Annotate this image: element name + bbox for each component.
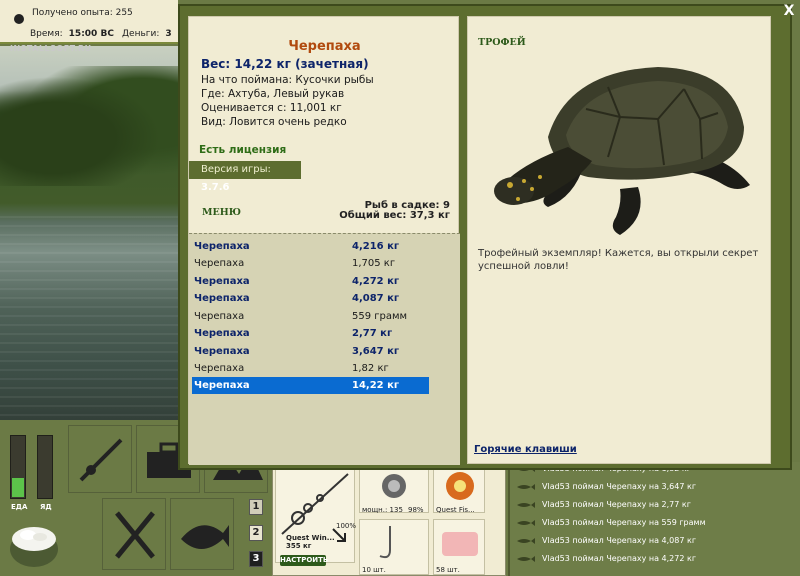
fork-knife-icon bbox=[115, 511, 155, 559]
log-line: Vlad53 поймал Черепаху на 2,77 кг bbox=[516, 500, 691, 509]
fish-icon bbox=[181, 525, 229, 549]
fish-icon bbox=[516, 519, 536, 527]
log-line: Vlad53 поймал Черепаху на 4,272 кг bbox=[516, 554, 696, 563]
list-item[interactable]: Черепаха 4,216 кг bbox=[192, 238, 429, 255]
fishing-location-photo bbox=[0, 46, 178, 420]
turtle-image bbox=[488, 57, 758, 240]
rarity-info: Вид: Ловится очень редко bbox=[201, 116, 347, 128]
evaluation-info: Оценивается с: 11,001 кг bbox=[201, 102, 342, 114]
fish-icon bbox=[516, 483, 536, 491]
hook-cell[interactable]: 10 шт. bbox=[359, 519, 429, 575]
status-bar: Получено опыта: 255 Время: 15:00 ВС Деньг… bbox=[0, 0, 178, 44]
rod-cell[interactable]: Quest Win... 355 кг 100% bbox=[275, 467, 356, 563]
bait-cell[interactable]: 58 шт. bbox=[433, 519, 485, 575]
fish-icon bbox=[516, 501, 536, 509]
rod-icon bbox=[79, 438, 123, 482]
xp-text: Получено опыта: 255 bbox=[32, 8, 133, 18]
rod-slot[interactable] bbox=[68, 425, 132, 493]
watermark: INSTALLSOFT.RU bbox=[10, 44, 92, 53]
tab-3[interactable]: 3 bbox=[249, 551, 263, 567]
log-line: Vlad53 поймал Черепаху на 3,647 кг bbox=[516, 482, 696, 491]
list-item[interactable]: Черепаха 2,77 кг bbox=[192, 325, 429, 342]
hook-count: 10 шт. bbox=[362, 566, 386, 574]
setup-button[interactable]: НАСТРОИТЬ bbox=[280, 555, 328, 566]
line-spool-icon bbox=[446, 472, 474, 500]
bait-pot-icon[interactable] bbox=[6, 515, 62, 571]
bait-count: 58 шт. bbox=[436, 566, 460, 574]
menu-button[interactable]: МЕНЮ bbox=[202, 207, 241, 218]
time-readout: Время: 15:00 ВС bbox=[30, 29, 114, 39]
tab-1[interactable]: 1 bbox=[249, 499, 263, 515]
line-name: Quest Fis... bbox=[436, 506, 475, 514]
tab-2[interactable]: 2 bbox=[249, 525, 263, 541]
close-button[interactable]: X bbox=[780, 2, 798, 20]
poison-gauge bbox=[37, 435, 53, 499]
trophy-label: ТРОФЕЙ bbox=[478, 37, 526, 48]
poison-label: ЯД bbox=[40, 503, 52, 511]
eat-slot[interactable] bbox=[102, 498, 166, 570]
trophy-panel: ТРОФЕЙ Трофейный экземпляр! Кажется, вы … bbox=[467, 16, 771, 464]
list-item[interactable]: Черепаха 4,087 кг bbox=[192, 290, 429, 307]
location-info: Где: Ахтуба, Левый рукав bbox=[201, 88, 345, 100]
log-line: Vlad53 поймал Черепаху на 559 грамм bbox=[516, 518, 706, 527]
fish-piece-icon bbox=[442, 532, 478, 556]
food-label: ЕДА bbox=[11, 503, 28, 511]
fish-info-panel: Черепаха Вес: 14,22 кг (зачетная) На что… bbox=[188, 16, 460, 465]
hook-icon bbox=[379, 526, 391, 559]
fish-icon bbox=[516, 555, 536, 563]
reel-icon bbox=[382, 474, 406, 498]
license-status: Есть лицензия bbox=[199, 144, 287, 156]
rod-name: Quest Win... bbox=[286, 534, 335, 542]
fish-weight: Вес: 14,22 кг (зачетная) bbox=[201, 57, 369, 71]
fish-slot[interactable] bbox=[170, 498, 234, 570]
line-cell[interactable]: Quest Fis... bbox=[433, 467, 485, 514]
reel-power: мощн.: 135 bbox=[362, 506, 403, 514]
catch-list: Черепаха 4,216 кг Черепаха 1,705 кг Черепа… bbox=[189, 233, 460, 465]
rod-length: 355 кг bbox=[286, 542, 312, 550]
money-readout: Деньги: 3 bbox=[122, 29, 172, 39]
list-item[interactable]: Черепаха 1,82 кг bbox=[192, 360, 429, 377]
pin-icon bbox=[14, 14, 24, 24]
list-item[interactable]: Черепаха 4,272 кг bbox=[192, 273, 429, 290]
arrow-icon bbox=[331, 527, 347, 543]
fish-icon bbox=[516, 537, 536, 545]
reel-cell[interactable]: мощн.: 135 98% bbox=[359, 467, 429, 514]
list-item[interactable]: Черепаха 1,705 кг bbox=[192, 255, 429, 272]
food-gauge bbox=[10, 435, 26, 499]
list-item[interactable]: Черепаха 559 грамм bbox=[192, 308, 429, 325]
trophy-message: Трофейный экземпляр! Кажется, вы открыли… bbox=[478, 248, 759, 272]
list-item[interactable]: Черепаха 3,647 кг bbox=[192, 343, 429, 360]
keepnet-weight: Общий вес: 37,3 кг bbox=[339, 210, 450, 221]
catch-log: Vlad53 поймал Черепаху на 1,82 кг Vlad53… bbox=[508, 462, 800, 576]
reel-percent: 98% bbox=[408, 506, 424, 514]
hotkeys-link[interactable]: Горячие клавиши bbox=[474, 444, 577, 455]
game-version: Версия игры: 3.7.6 bbox=[189, 161, 301, 193]
fish-name: Черепаха bbox=[288, 39, 361, 54]
log-line: Vlad53 поймал Черепаху на 4,087 кг bbox=[516, 536, 696, 545]
bait-info: На что поймана: Кусочки рыбы bbox=[201, 74, 374, 86]
list-item-selected[interactable]: Черепаха 14,22 кг bbox=[192, 377, 429, 394]
